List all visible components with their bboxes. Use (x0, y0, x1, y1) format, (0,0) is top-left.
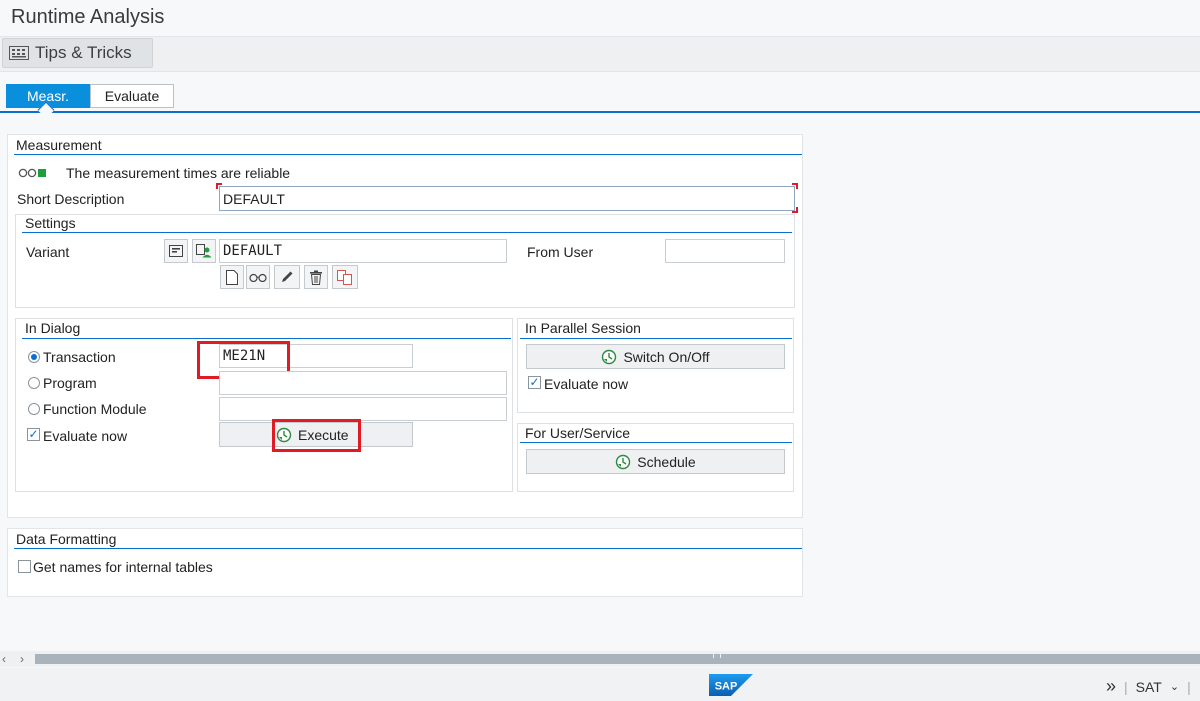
tips-and-tricks-button[interactable]: Tips & Tricks (2, 38, 153, 68)
function-module-label: Function Module (43, 401, 147, 417)
scroll-right-icon[interactable]: › (20, 652, 24, 666)
settings-underline (22, 232, 792, 233)
sap-logo: SAP (709, 674, 753, 696)
chevron-down-icon[interactable]: ⌄ (1170, 680, 1179, 693)
tab-underline (0, 111, 1200, 113)
new-document-icon (226, 269, 238, 285)
required-marker (216, 183, 222, 189)
system-name[interactable]: SAT (1136, 679, 1162, 695)
in-dialog-title: In Dialog (25, 320, 81, 336)
variant-input[interactable]: DEFAULT (219, 239, 507, 263)
transaction-radio[interactable] (28, 351, 40, 363)
expand-icon[interactable]: » (1106, 676, 1116, 697)
user-variant-icon (196, 244, 212, 258)
schedule-clock-icon (616, 454, 631, 469)
clock-icon (602, 349, 617, 364)
measurement-underline (14, 154, 802, 155)
parallel-session-title: In Parallel Session (525, 320, 641, 336)
program-radio[interactable] (28, 377, 40, 389)
application-toolbar (0, 36, 1200, 72)
in-dialog-underline (22, 338, 511, 339)
schedule-button[interactable]: Schedule (526, 449, 785, 474)
data-formatting-underline (14, 548, 802, 549)
parallel-evaluate-now-checkbox[interactable]: ✓ (528, 376, 541, 389)
parallel-underline (520, 338, 792, 339)
glasses-icon (249, 273, 267, 282)
data-formatting-title: Data Formatting (16, 531, 117, 547)
tips-icon (9, 46, 29, 60)
internal-tables-checkbox[interactable] (18, 560, 31, 573)
variant-display-button[interactable] (164, 239, 188, 263)
tab-evaluate-label: Evaluate (104, 88, 160, 104)
delete-button[interactable] (304, 265, 328, 289)
reliability-text: The measurement times are reliable (66, 165, 291, 181)
scroll-grip-icon (713, 654, 721, 658)
parallel-evaluate-now-label: Evaluate now (544, 376, 629, 392)
required-marker (792, 207, 798, 213)
program-input[interactable] (219, 371, 507, 395)
from-user-input[interactable] (665, 239, 785, 263)
program-label: Program (43, 375, 97, 391)
window-title: Runtime Analysis (11, 6, 165, 28)
sap-logo-text: SAP (715, 681, 738, 693)
list-icon (169, 245, 183, 257)
status-bar (0, 668, 1200, 701)
required-marker (792, 183, 798, 189)
title-bar (0, 0, 1200, 36)
status-separator: | (1187, 678, 1191, 695)
short-description-input[interactable]: DEFAULT (219, 186, 795, 211)
execute-highlight-box (272, 419, 361, 452)
schedule-label: Schedule (637, 453, 696, 470)
status-right: » | SAT ⌄ | (1106, 676, 1191, 697)
scroll-left-icon[interactable]: ‹ (2, 652, 6, 666)
switch-on-off-label: Switch On/Off (623, 348, 710, 365)
tab-measr-label: Measr. (26, 88, 69, 104)
settings-title: Settings (25, 215, 76, 231)
for-user-underline (520, 442, 792, 443)
function-module-input[interactable] (219, 397, 507, 421)
from-user-label: From User (527, 244, 594, 260)
internal-tables-label: Get names for internal tables (33, 559, 213, 575)
variant-label: Variant (26, 244, 70, 260)
measurement-title: Measurement (16, 137, 102, 153)
tips-label: Tips & Tricks (35, 43, 132, 62)
tab-evaluate[interactable]: Evaluate (90, 84, 174, 108)
evaluate-now-checkbox[interactable]: ✓ (27, 428, 40, 441)
display-button[interactable] (246, 265, 270, 289)
trash-icon (310, 270, 322, 285)
copy-icon (337, 269, 352, 285)
edit-button[interactable] (274, 265, 300, 289)
for-user-service-title: For User/Service (525, 425, 631, 441)
status-separator: | (1124, 678, 1128, 695)
create-button[interactable] (220, 265, 244, 289)
variant-user-button[interactable] (192, 239, 216, 263)
transaction-label: Transaction (43, 349, 116, 365)
switch-on-off-button[interactable]: Switch On/Off (526, 344, 785, 369)
function-module-radio[interactable] (28, 403, 40, 415)
scrollbar-thumb[interactable] (35, 654, 1200, 664)
copy-button[interactable] (332, 265, 358, 289)
short-description-label: Short Description (17, 191, 125, 207)
traffic-light-icon (18, 168, 46, 178)
pencil-icon (282, 271, 293, 282)
evaluate-now-label: Evaluate now (43, 428, 128, 444)
